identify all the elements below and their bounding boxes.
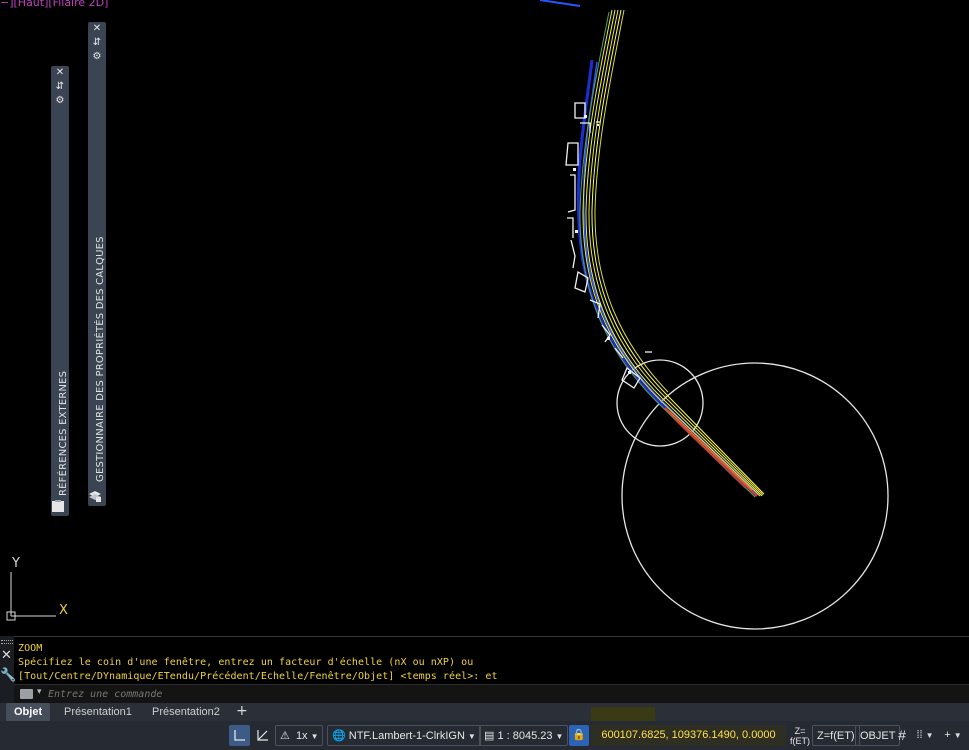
command-history-line: Spécifiez le coin d'une fenêtre, entrez … <box>18 657 474 668</box>
ucs-y-label: Y <box>11 556 20 571</box>
clipboard-icon <box>52 500 64 512</box>
globe-icon: 🌐 <box>332 730 346 742</box>
plus-icon: + <box>944 729 951 741</box>
command-prompt-icon[interactable] <box>20 689 33 699</box>
document-icon: ▤ <box>484 730 495 742</box>
snap-grid-button[interactable]: ⁞⁞ ▼ <box>914 725 936 746</box>
ucs-x-label: X <box>59 603 68 618</box>
z-function-icon[interactable]: Z= f(ET) <box>790 726 810 747</box>
ortho-mode-button[interactable] <box>229 725 250 746</box>
layers-icon <box>89 491 101 502</box>
chevron-down-icon[interactable]: ▾ <box>37 687 42 697</box>
command-line-sidebar: ✕ 🔧 <box>0 636 16 703</box>
layout-tabs: Objet Présentation1 Présentation2 + <box>0 703 969 721</box>
building-footprints <box>565 102 652 389</box>
drawing-canvas: Y X <box>6 0 889 630</box>
external-references-palette[interactable]: ✕ ⇵ ⚙ RÉFÉRENCES EXTERNES <box>51 66 69 516</box>
tab-presentation2[interactable]: Présentation2 <box>144 703 228 721</box>
polar-icon <box>257 730 268 741</box>
close-icon[interactable]: ✕ <box>1 648 12 663</box>
status-bar: ⚠ 1x ▼ 🌐 NTF.Lambert-1-ClrkIGN ▼ ▤ 1 : 804… <box>0 707 969 750</box>
tab-presentation1[interactable]: Présentation1 <box>56 703 140 721</box>
coordinate-system-dropdown[interactable]: 🌐 NTF.Lambert-1-ClrkIGN ▼ <box>327 725 481 746</box>
chevron-down-icon: ▼ <box>310 732 319 741</box>
coordinates-readout[interactable]: 600107.6825, 109376.1490, 0.0000 <box>591 725 786 746</box>
layer-properties-palette[interactable]: ✕ ⇵ ⚙ GESTIONNAIRE DES PROPRIÉTÉS DES CA… <box>88 22 106 506</box>
polar-tracking-button[interactable] <box>253 725 273 746</box>
command-history-line: [Tout/Centre/DYnamique/ETendu/Précédent/… <box>18 671 498 682</box>
viewport-scale-dropdown[interactable]: ▤ 1 : 8045.23 ▼ <box>479 725 569 746</box>
annotation-scale-button[interactable]: ⚠ 1x ▼ <box>275 725 324 746</box>
add-layout-button[interactable]: + <box>236 703 248 721</box>
chevron-down-icon: ▼ <box>925 731 934 740</box>
chevron-down-icon: ▼ <box>953 731 962 740</box>
wrench-icon[interactable]: 🔧 <box>0 668 16 683</box>
dots-grid-icon: ⁞⁞ <box>916 729 923 741</box>
drag-handle[interactable] <box>1 640 13 644</box>
z-indicator-button[interactable]: Z=f(ET) <box>812 725 860 746</box>
command-input[interactable] <box>48 686 648 702</box>
chevron-down-icon: ▼ <box>555 732 564 741</box>
lock-button[interactable]: 🔒 <box>569 725 589 746</box>
more-tools-button[interactable]: + ▼ <box>939 725 967 746</box>
tab-objet[interactable]: Objet <box>6 703 51 721</box>
lock-icon: 🔒 <box>572 729 586 741</box>
chevron-down-icon: ▼ <box>467 732 476 741</box>
grid-icon[interactable]: # <box>893 725 911 746</box>
drawing-viewport[interactable]: −][Haut][Filaire 2D] Y X ✕ ⇵ ⚙ RÉFÉRENCE… <box>0 0 969 636</box>
command-input-row: ▾ <box>14 684 969 703</box>
palette-title: GESTIONNAIRE DES PROPRIÉTÉS DES CALQUES <box>95 236 106 482</box>
ortho-icon <box>234 730 245 741</box>
highlight-strip <box>591 707 655 721</box>
palette-title: RÉFÉRENCES EXTERNES <box>58 370 69 496</box>
command-history-line: ZOOM <box>18 643 43 654</box>
ucs-icon <box>6 572 56 621</box>
warning-icon: ⚠ <box>280 730 290 742</box>
